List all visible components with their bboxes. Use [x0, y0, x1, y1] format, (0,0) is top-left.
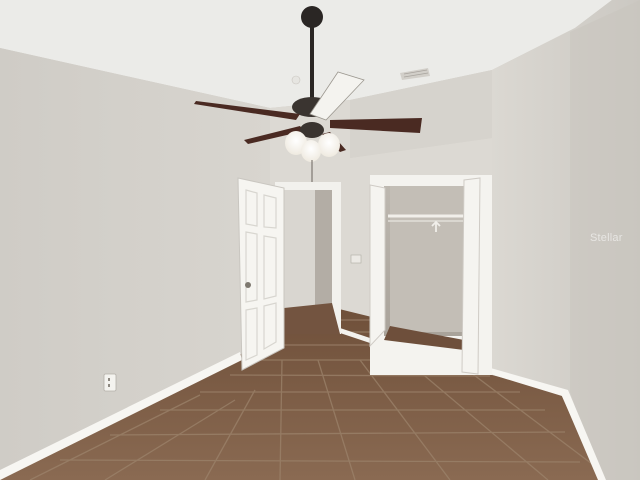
closet-door-left[interactable] — [369, 184, 386, 348]
closet-door-right[interactable] — [461, 177, 481, 375]
fan-canopy — [301, 6, 323, 28]
hallway-far-wall — [284, 190, 315, 308]
fan-light-bulb-icon — [318, 133, 340, 157]
bedroom-door[interactable] — [237, 177, 285, 371]
wall-outlet — [103, 373, 117, 392]
outlet-slot — [108, 384, 110, 387]
smoke-detector — [291, 75, 301, 85]
outlet-slot — [108, 378, 110, 381]
fan-light-bulb-icon — [301, 140, 321, 162]
door-knob[interactable] — [245, 282, 251, 288]
watermark: Stellar — [590, 232, 623, 244]
hallway-side-wall — [315, 190, 332, 308]
light-switch[interactable] — [350, 254, 362, 264]
fan-downrod — [310, 26, 314, 100]
room-photo — [0, 0, 640, 480]
closet-back-wall — [390, 186, 464, 332]
